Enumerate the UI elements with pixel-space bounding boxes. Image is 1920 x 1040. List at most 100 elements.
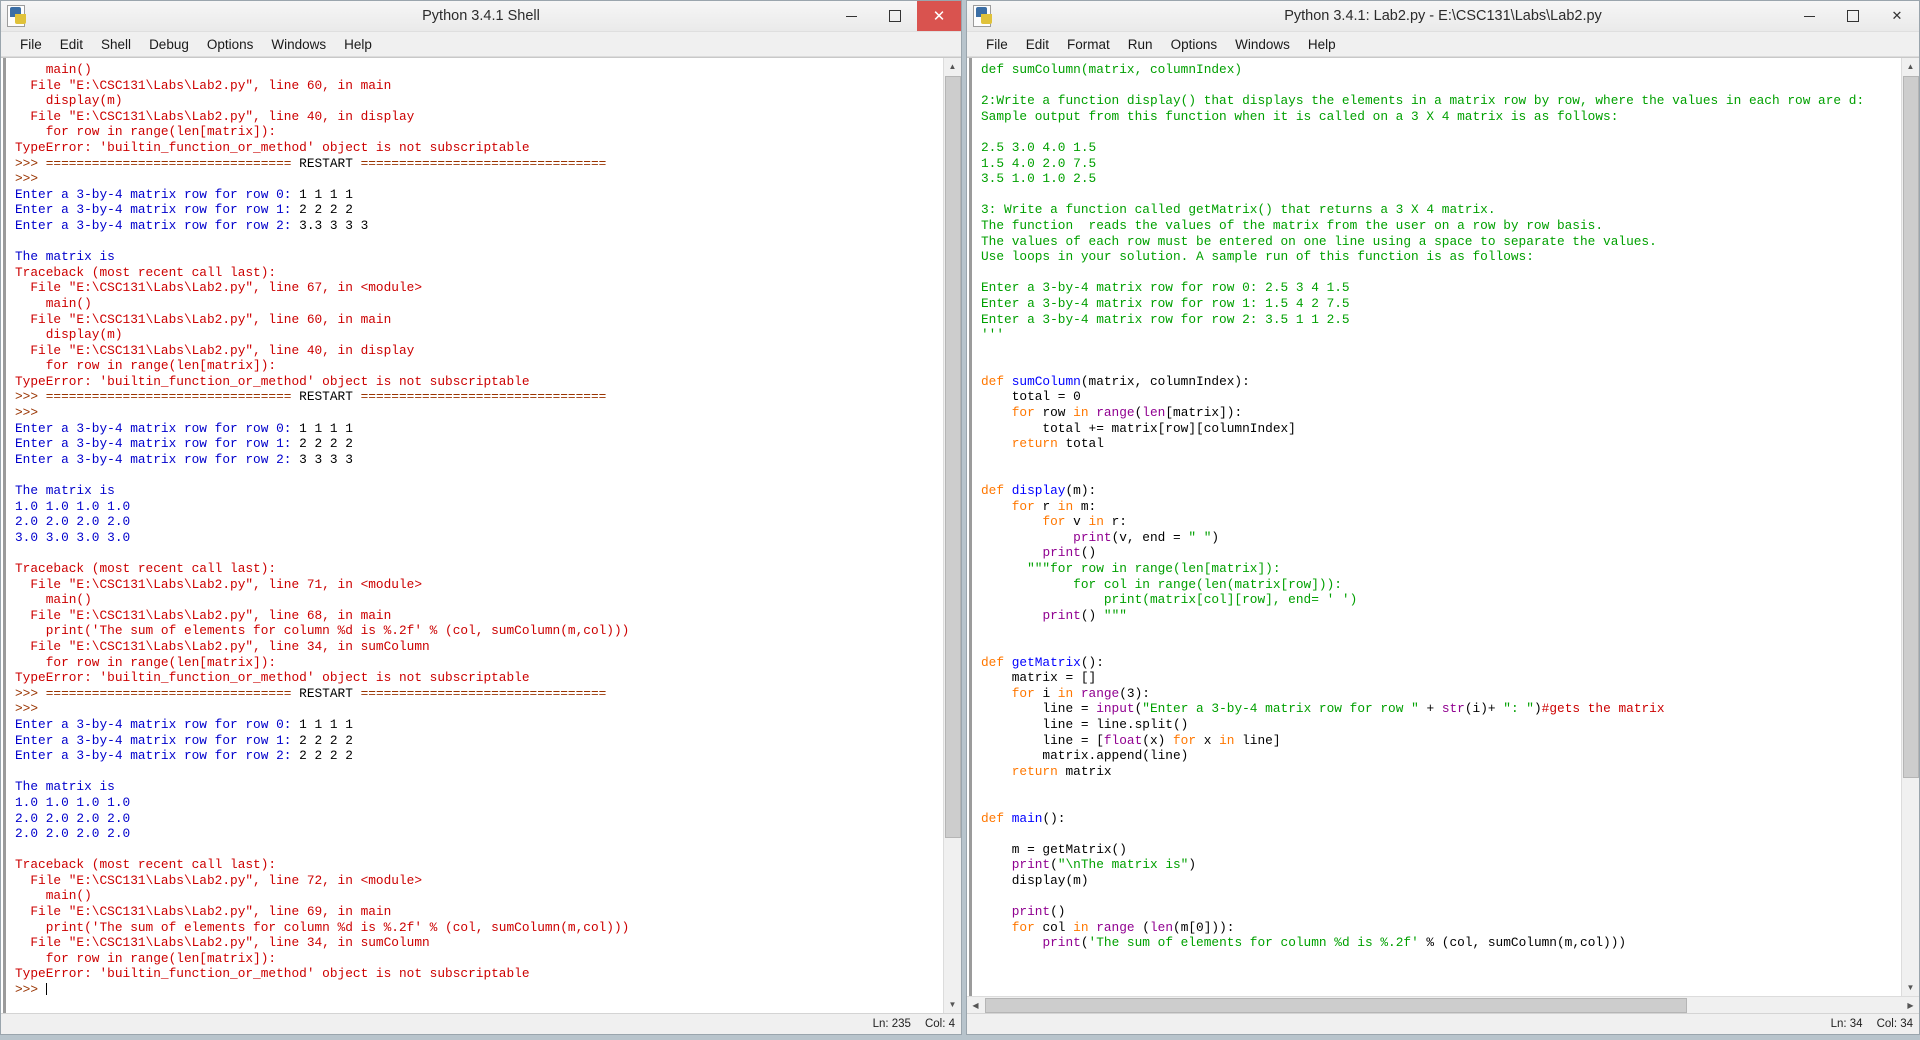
- editor-code-line: [981, 343, 1901, 359]
- code-token: (matrix, columnIndex):: [1080, 373, 1250, 389]
- code-token: range: [1080, 685, 1120, 701]
- minimize-button[interactable]: [1787, 1, 1831, 31]
- shell-output-line: >>> ================================ RES…: [15, 389, 943, 405]
- editor-code-line: m = getMatrix(): [981, 842, 1901, 858]
- shell-output-span: 1.0 1.0 1.0 1.0: [15, 498, 131, 514]
- shell-user-input: 3.3 3 3 3: [299, 217, 369, 233]
- shell-output-span: main(): [15, 62, 92, 77]
- menu-file[interactable]: File: [977, 35, 1017, 54]
- shell-titlebar[interactable]: Python 3.4.1 Shell ✕: [1, 1, 961, 32]
- hscroll-thumb[interactable]: [985, 998, 1687, 1013]
- minimize-button[interactable]: [829, 1, 873, 31]
- python-logo-icon: [973, 5, 995, 27]
- shell-user-input: 2 2 2 2: [299, 748, 353, 764]
- shell-output-line: >>>: [15, 982, 943, 998]
- code-token: line]: [1242, 732, 1281, 748]
- scroll-down-arrow-icon[interactable]: ▼: [1902, 979, 1919, 996]
- code-token: "\nThe matrix is": [1057, 857, 1189, 873]
- editor-titlebar[interactable]: Python 3.4.1: Lab2.py - E:\CSC131\Labs\L…: [967, 1, 1919, 32]
- shell-menubar: File Edit Shell Debug Options Windows He…: [1, 32, 961, 57]
- shell-prompt-text: Enter a 3-by-4 matrix row for row 0:: [15, 186, 300, 202]
- shell-user-input: 2 2 2 2: [299, 202, 353, 218]
- code-token: Enter a 3-by-4 matrix row for row 1: 1.5…: [981, 295, 1350, 311]
- menu-options[interactable]: Options: [198, 35, 263, 54]
- editor-source-code[interactable]: def sumColumn(matrix, columnIndex) 2:Wri…: [975, 58, 1901, 996]
- shell-output-line: [15, 842, 943, 858]
- menu-edit[interactable]: Edit: [1017, 35, 1058, 54]
- shell-output-span: >>>: [15, 405, 46, 421]
- scroll-up-arrow-icon[interactable]: ▲: [1902, 58, 1919, 75]
- maximize-button[interactable]: [1831, 1, 1875, 31]
- editor-code-line: The values of each row must be entered o…: [981, 234, 1901, 250]
- editor-code-line: def getMatrix():: [981, 655, 1901, 671]
- code-token: +: [1418, 701, 1442, 717]
- shell-prompt-text: Enter a 3-by-4 matrix row for row 0:: [15, 420, 300, 436]
- maximize-button[interactable]: [873, 1, 917, 31]
- text-cursor: [45, 983, 47, 996]
- code-token: Use loops in your solution. A sample run…: [981, 249, 1534, 265]
- shell-output-span: File "E:\CSC131\Labs\Lab2.py", line 34, …: [15, 935, 430, 951]
- close-button[interactable]: ✕: [917, 1, 961, 31]
- editor-code-line: [981, 888, 1901, 904]
- editor-line-indicator: Ln: 34: [1830, 1018, 1863, 1030]
- code-token: 'The sum of elements for column %d is %.…: [1088, 935, 1419, 951]
- scroll-left-arrow-icon[interactable]: ◀: [967, 997, 984, 1013]
- shell-output-span: >>>: [15, 171, 46, 187]
- shell-output-line: Enter a 3-by-4 matrix row for row 1: 2 2…: [15, 436, 943, 452]
- scroll-thumb[interactable]: [1903, 76, 1919, 778]
- menu-help[interactable]: Help: [1299, 35, 1345, 54]
- shell-status-bar: Ln: 235 Col: 4: [1, 1013, 961, 1034]
- scroll-down-arrow-icon[interactable]: ▼: [944, 996, 961, 1013]
- menu-edit[interactable]: Edit: [51, 35, 92, 54]
- editor-code-line: [981, 826, 1901, 842]
- shell-output-span: TypeError: 'builtin_function_or_method' …: [15, 373, 530, 389]
- shell-output-line: main(): [15, 62, 943, 78]
- code-token: def: [981, 810, 1012, 826]
- code-token: def sumColumn(matrix, columnIndex): [981, 62, 1243, 77]
- menu-shell[interactable]: Shell: [92, 35, 140, 54]
- code-token: total = 0: [981, 389, 1081, 405]
- scroll-up-arrow-icon[interactable]: ▲: [944, 58, 961, 75]
- shell-output-line: File "E:\CSC131\Labs\Lab2.py", line 34, …: [15, 935, 943, 951]
- editor-horizontal-scrollbar[interactable]: ◀ ▶: [967, 996, 1919, 1013]
- code-token: matrix = []: [981, 670, 1097, 686]
- menu-format[interactable]: Format: [1058, 35, 1119, 54]
- code-token: len: [1142, 405, 1166, 421]
- code-token: ''': [981, 327, 1005, 343]
- shell-output-span: display(m): [15, 327, 123, 343]
- code-token: str: [1441, 701, 1465, 717]
- menu-help[interactable]: Help: [335, 35, 381, 54]
- menu-windows[interactable]: Windows: [262, 35, 335, 54]
- scroll-thumb[interactable]: [945, 76, 961, 838]
- shell-user-input: 2 2 2 2: [299, 436, 353, 452]
- menu-debug[interactable]: Debug: [140, 35, 198, 54]
- shell-prompt-text: Enter a 3-by-4 matrix row for row 2:: [15, 451, 300, 467]
- menu-run[interactable]: Run: [1119, 35, 1162, 54]
- shell-output-line: 2.0 2.0 2.0 2.0: [15, 826, 943, 842]
- code-token: for: [1011, 919, 1043, 935]
- code-token: (): [1050, 904, 1066, 920]
- shell-output-text[interactable]: main() File "E:\CSC131\Labs\Lab2.py", li…: [9, 58, 943, 1013]
- shell-restart-rule: >>> ================================: [15, 155, 300, 171]
- editor-vertical-scrollbar[interactable]: ▲ ▼: [1901, 58, 1919, 996]
- code-token: for: [1173, 732, 1204, 748]
- shell-output-line: main(): [15, 888, 943, 904]
- shell-restart-label: RESTART: [299, 685, 353, 701]
- scroll-right-arrow-icon[interactable]: ▶: [1902, 997, 1919, 1013]
- menu-windows[interactable]: Windows: [1226, 35, 1299, 54]
- shell-vertical-scrollbar[interactable]: ▲ ▼: [943, 58, 961, 1013]
- menu-file[interactable]: File: [11, 35, 51, 54]
- editor-code-line: total += matrix[row][columnIndex]: [981, 421, 1901, 437]
- editor-code-line: def display(m):: [981, 483, 1901, 499]
- menu-options[interactable]: Options: [1162, 35, 1227, 54]
- code-token: (3):: [1119, 685, 1150, 701]
- shell-output-span: main(): [15, 888, 92, 904]
- shell-output-line: [15, 764, 943, 780]
- close-button[interactable]: ✕: [1875, 1, 1919, 31]
- editor-code-line: [981, 187, 1901, 203]
- code-token: 3.5 1.0 1.0 2.5: [981, 171, 1097, 187]
- editor-code-line: 1.5 4.0 2.0 7.5: [981, 156, 1901, 172]
